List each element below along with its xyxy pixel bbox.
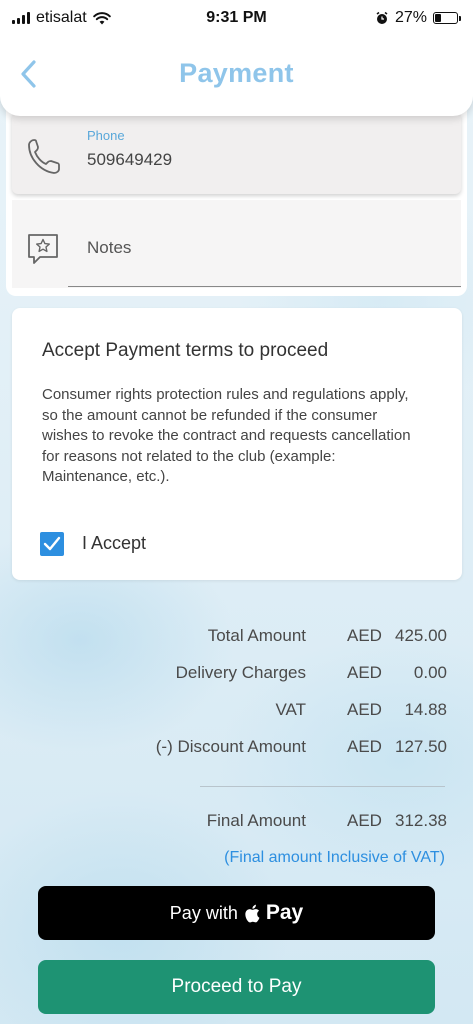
summary-label: VAT: [275, 700, 306, 719]
page-title: Payment: [179, 58, 294, 88]
battery-percent: 27%: [394, 9, 427, 26]
summary-label: (-) Discount Amount: [155, 737, 306, 756]
notes-field[interactable]: Notes: [12, 200, 461, 288]
terms-card: Accept Payment terms to proceed Consumer…: [12, 308, 462, 580]
summary-row-delivery: Delivery Charges AED 0.00: [0, 663, 473, 687]
battery-icon: [433, 12, 461, 24]
proceed-to-pay-button[interactable]: Proceed to Pay: [38, 960, 435, 1014]
vat-note: (Final amount Inclusive of VAT): [224, 849, 445, 866]
accept-label[interactable]: I Accept: [82, 533, 146, 554]
summary-currency: AED: [347, 737, 382, 756]
final-amount-currency: AED: [347, 811, 382, 830]
summary-row-total: Total Amount AED 425.00: [0, 626, 473, 650]
summary-label: Delivery Charges: [175, 663, 306, 682]
summary-amount: 127.50: [395, 737, 447, 756]
phone-field[interactable]: Phone 509649429: [12, 114, 461, 194]
apple-pay-button[interactable]: Pay with Pay: [38, 886, 435, 940]
apple-pay-prefix: Pay with: [169, 902, 238, 923]
status-bar: etisalat 9:31 PM 27%: [0, 0, 473, 36]
summary-currency: AED: [347, 700, 382, 719]
terms-title: Accept Payment terms to proceed: [42, 340, 329, 361]
checkmark-icon: [43, 536, 61, 551]
navigation-header: Payment: [0, 36, 473, 116]
terms-body: Consumer rights protection rules and reg…: [42, 386, 411, 485]
accept-checkbox[interactable]: [40, 532, 64, 556]
phone-label: Phone: [87, 128, 125, 143]
apple-logo-icon: [245, 904, 260, 922]
summary-row-vat: VAT AED 14.88: [0, 700, 473, 724]
summary-amount: 425.00: [395, 626, 447, 645]
summary-row-discount: (-) Discount Amount AED 127.50: [0, 737, 473, 761]
final-amount-label: Final Amount: [206, 811, 306, 830]
summary-divider: [200, 786, 445, 787]
notes-label: Notes: [87, 238, 132, 257]
summary-row-final: Final Amount AED 312.38: [0, 811, 473, 835]
status-right: 27%: [375, 9, 461, 27]
alarm-icon: [376, 11, 388, 24]
summary-amount: 14.88: [404, 700, 447, 719]
summary-currency: AED: [347, 626, 382, 645]
wifi-icon: [92, 11, 111, 24]
summary-amount: 0.00: [413, 663, 447, 682]
signal-icon: [12, 12, 30, 24]
phone-value: 509649429: [87, 150, 173, 169]
summary-currency: AED: [347, 663, 382, 682]
carrier-name: etisalat: [36, 9, 87, 26]
phone-icon: [28, 139, 60, 174]
final-amount-value: 312.38: [395, 811, 447, 830]
notes-star-icon: [28, 234, 58, 264]
status-left: etisalat: [12, 9, 111, 27]
notes-underline: [68, 286, 461, 287]
apple-pay-word: Pay: [265, 901, 304, 924]
summary-label: Total Amount: [207, 626, 306, 645]
contact-card: Phone 509649429 Notes: [6, 100, 467, 296]
